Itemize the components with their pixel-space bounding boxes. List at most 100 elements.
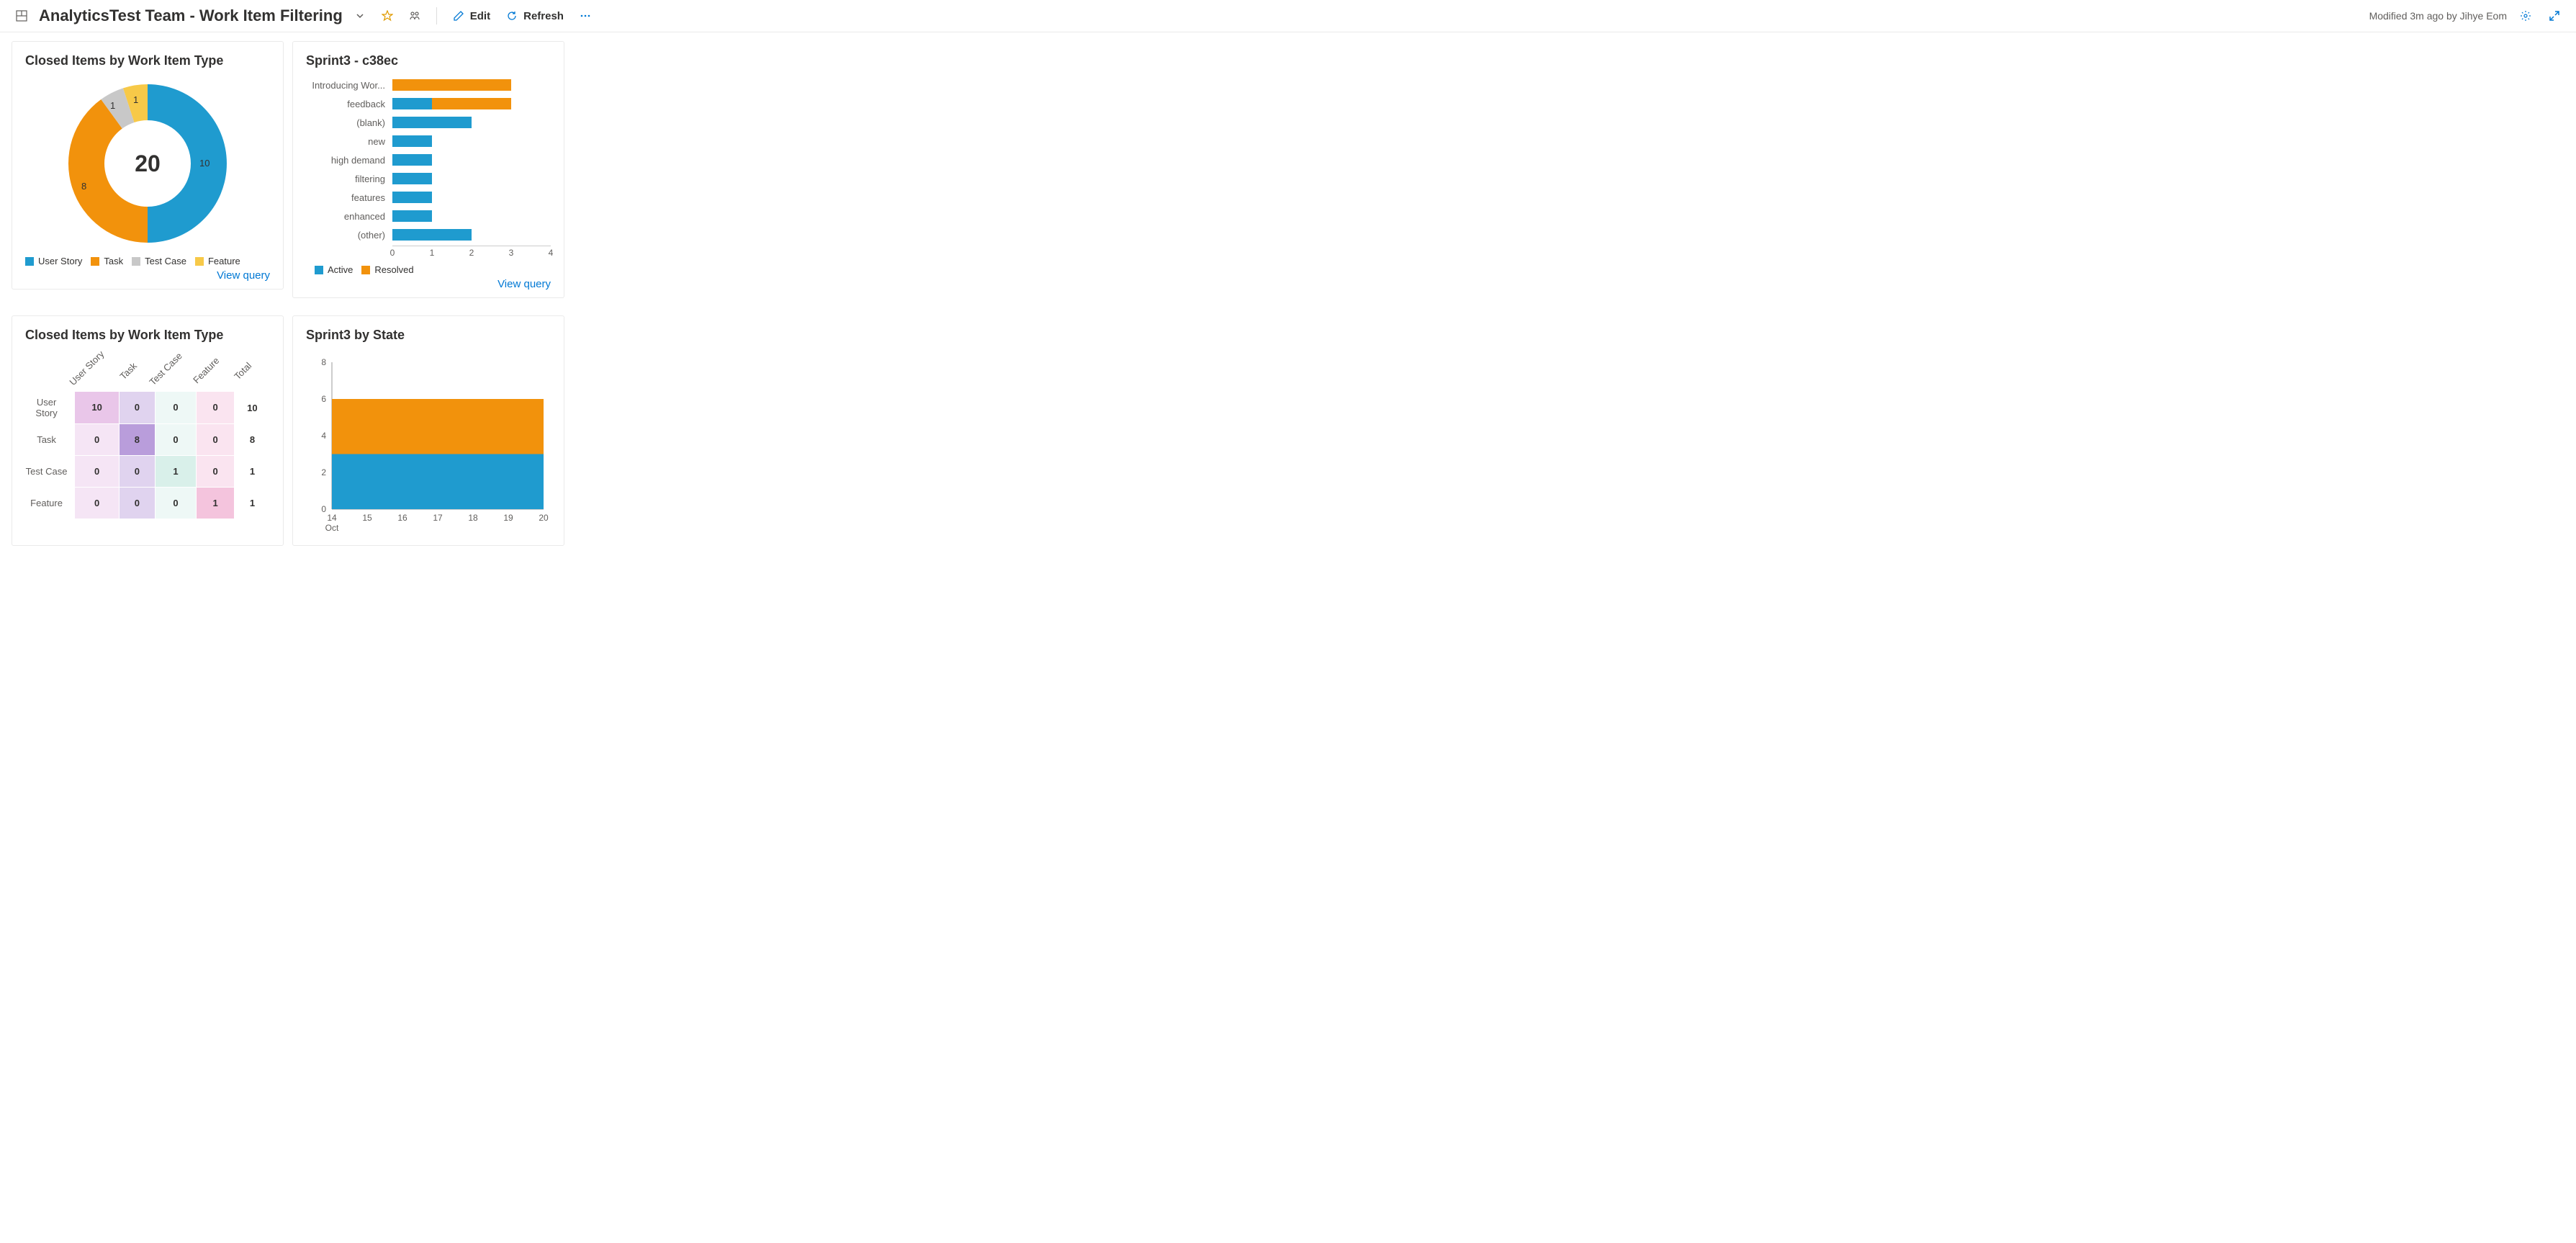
heatmap-cell: 1: [155, 455, 197, 487]
area-chart: 0246814151617181920Oct: [306, 351, 551, 538]
dashboard-grid: Closed Items by Work Item Type 20: [0, 32, 2576, 555]
heatmap-cell: 8: [120, 423, 156, 455]
heatmap-cell: 8: [234, 423, 270, 455]
refresh-button[interactable]: Refresh: [502, 7, 568, 25]
hbar-category-label: features: [306, 192, 392, 203]
page-header: AnalyticsTest Team - Work Item Filtering…: [0, 0, 2576, 32]
swatch-icon: [195, 257, 204, 266]
heatmap-cell: 1: [197, 487, 234, 519]
page-title: AnalyticsTest Team - Work Item Filtering: [39, 6, 343, 25]
svg-text:4: 4: [321, 431, 326, 441]
dashboard-icon: [12, 6, 32, 26]
svg-text:17: 17: [433, 513, 443, 523]
chevron-down-icon[interactable]: [350, 6, 370, 26]
axis-tick: 3: [509, 248, 514, 258]
hbar-row: high demand: [306, 152, 551, 168]
heatmap-cell: 1: [234, 455, 270, 487]
axis-tick: 4: [549, 248, 554, 258]
hbar-row: feedback: [306, 96, 551, 112]
widget-title: Closed Items by Work Item Type: [25, 53, 270, 68]
swatch-icon: [315, 266, 323, 274]
fullscreen-icon[interactable]: [2544, 6, 2564, 26]
legend-item: Resolved: [361, 264, 413, 275]
hbar-segment: [392, 135, 432, 147]
area-series: [332, 454, 544, 509]
axis-tick: 1: [430, 248, 435, 258]
svg-text:20: 20: [539, 513, 549, 523]
heatmap-row-header: Task: [25, 423, 75, 455]
heatmap-cell: 0: [120, 392, 156, 423]
widget-title: Sprint3 by State: [306, 328, 551, 343]
hbar-row: enhanced: [306, 208, 551, 224]
hbar-segment: [392, 192, 432, 203]
svg-text:0: 0: [321, 504, 326, 514]
svg-text:19: 19: [503, 513, 513, 523]
edit-label: Edit: [470, 10, 490, 22]
hbar-row: (other): [306, 227, 551, 243]
hbar-track: [392, 98, 551, 109]
heatmap-cell: 10: [234, 392, 270, 423]
swatch-icon: [25, 257, 34, 266]
heatmap-row-header: Feature: [25, 487, 75, 519]
hbar-chart: Introducing Wor... feedback (blank) new high…: [306, 77, 551, 259]
hbar-track: [392, 229, 551, 241]
hbar-category-label: Introducing Wor...: [306, 80, 392, 91]
toolbar-divider: [436, 7, 437, 24]
hbar-row: Introducing Wor...: [306, 77, 551, 93]
legend-item: Active: [315, 264, 353, 275]
gear-icon[interactable]: [2516, 6, 2536, 26]
team-icon[interactable]: [405, 6, 425, 26]
hbar-segment: [392, 98, 432, 109]
hbar-track: [392, 192, 551, 203]
widget-title: Closed Items by Work Item Type: [25, 328, 270, 343]
legend-item: Test Case: [132, 256, 186, 266]
heatmap-chart: User StoryTaskTest CaseFeatureTotalUser …: [25, 351, 270, 519]
donut-legend: User Story Task Test Case Feature: [25, 256, 270, 266]
hbar-segment: [432, 98, 511, 109]
legend-item: Feature: [195, 256, 240, 266]
hbar-track: [392, 135, 551, 147]
heatmap-row-header: Test Case: [25, 455, 75, 487]
hbar-row: (blank): [306, 115, 551, 130]
area-series: [332, 399, 544, 454]
swatch-icon: [361, 266, 370, 274]
hbar-axis: 01234: [392, 246, 551, 259]
svg-text:18: 18: [468, 513, 478, 523]
swatch-icon: [91, 257, 99, 266]
hbar-track: [392, 117, 551, 128]
hbar-category-label: (other): [306, 230, 392, 241]
axis-tick: 2: [469, 248, 474, 258]
edit-button[interactable]: Edit: [449, 7, 495, 25]
donut-slice-label: 10: [199, 158, 210, 169]
heatmap-cell: 0: [197, 455, 234, 487]
hbar-category-label: high demand: [306, 155, 392, 166]
heatmap-cell: 0: [155, 423, 197, 455]
donut-slice-label: 1: [110, 100, 115, 111]
hbar-row: new: [306, 133, 551, 149]
heatmap-cell: 0: [155, 392, 197, 423]
header-right: Modified 3m ago by Jihye Eom: [2369, 6, 2564, 26]
heatmap-cell: 0: [75, 455, 119, 487]
hbar-segment: [392, 229, 472, 241]
donut-slice-label: 8: [81, 181, 86, 192]
heatmap-row-header: User Story: [25, 392, 75, 423]
heatmap-cell: 0: [197, 423, 234, 455]
widget-closed-items-donut: Closed Items by Work Item Type 20: [12, 41, 284, 290]
hbar-row: filtering: [306, 171, 551, 187]
hbar-category-label: new: [306, 136, 392, 147]
star-icon[interactable]: [377, 6, 397, 26]
widget-title: Sprint3 - c38ec: [306, 53, 551, 68]
heatmap-cell: 0: [197, 392, 234, 423]
header-left: AnalyticsTest Team - Work Item Filtering…: [12, 6, 2369, 26]
svg-text:6: 6: [321, 394, 326, 404]
svg-text:14: 14: [327, 513, 337, 523]
legend-item: User Story: [25, 256, 82, 266]
donut-chart: 20 10 8 1 1: [25, 77, 270, 250]
heatmap-cell: 0: [120, 487, 156, 519]
view-query-link[interactable]: View query: [306, 278, 551, 290]
view-query-link[interactable]: View query: [25, 269, 270, 282]
more-icon[interactable]: [575, 6, 595, 26]
hbar-legend: Active Resolved: [315, 264, 551, 275]
hbar-row: features: [306, 189, 551, 205]
heatmap-cell: 0: [155, 487, 197, 519]
